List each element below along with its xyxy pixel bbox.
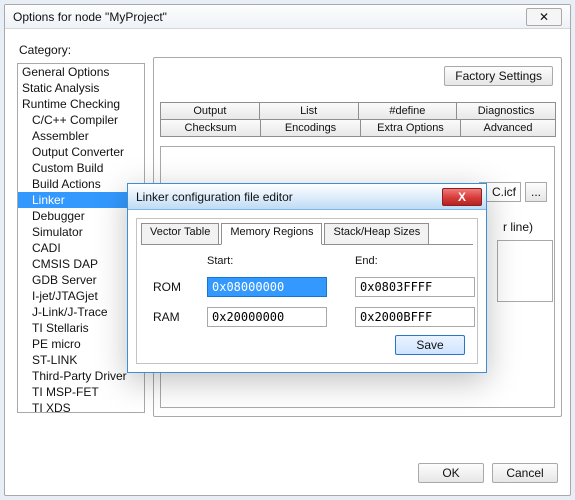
- category-item[interactable]: TI Stellaris: [18, 320, 144, 336]
- category-item[interactable]: Output Converter: [18, 144, 144, 160]
- category-item[interactable]: I-jet/JTAGjet: [18, 288, 144, 304]
- category-item[interactable]: ST-LINK: [18, 352, 144, 368]
- rom-start-input[interactable]: [207, 277, 327, 297]
- category-item[interactable]: PE micro: [18, 336, 144, 352]
- modal-tab[interactable]: Vector Table: [141, 223, 219, 245]
- cancel-button[interactable]: Cancel: [492, 463, 558, 483]
- category-item[interactable]: TI XDS: [18, 400, 144, 413]
- category-item[interactable]: Debugger: [18, 208, 144, 224]
- category-item[interactable]: GDB Server: [18, 272, 144, 288]
- options-dialog: Options for node "MyProject" ✕ Category:…: [4, 4, 571, 496]
- modal-tab[interactable]: Stack/Heap Sizes: [324, 223, 429, 245]
- rom-label: ROM: [153, 280, 201, 294]
- category-item[interactable]: Static Analysis: [18, 80, 144, 96]
- modal-tab[interactable]: Memory Regions: [221, 223, 322, 245]
- modal-title: Linker configuration file editor: [136, 190, 293, 204]
- memory-regions-grid: Start: End: ROM RAM: [153, 255, 461, 327]
- options-tab[interactable]: Encodings: [260, 119, 361, 137]
- save-wrap: Save: [395, 335, 465, 355]
- category-item[interactable]: Third-Party Driver: [18, 368, 144, 384]
- options-tab[interactable]: Output: [160, 102, 260, 119]
- ram-start-input[interactable]: [207, 307, 327, 327]
- category-label: Category:: [19, 43, 71, 57]
- ok-button[interactable]: OK: [418, 463, 484, 483]
- options-tab[interactable]: Diagnostics: [456, 102, 556, 119]
- category-item[interactable]: CADI: [18, 240, 144, 256]
- per-line-label: r line): [503, 220, 533, 234]
- modal-tabstrip: Vector TableMemory RegionsStack/Heap Siz…: [141, 223, 473, 245]
- rom-end-input[interactable]: [355, 277, 475, 297]
- dialog-buttons: OK Cancel: [418, 463, 558, 483]
- options-tab[interactable]: #define: [358, 102, 458, 119]
- close-icon: X: [458, 190, 466, 204]
- category-item[interactable]: Runtime Checking: [18, 96, 144, 112]
- category-item[interactable]: CMSIS DAP: [18, 256, 144, 272]
- icf-path-row: C.icf ...: [479, 182, 547, 202]
- factory-settings-button[interactable]: Factory Settings: [444, 66, 553, 86]
- category-item[interactable]: C/C++ Compiler: [18, 112, 144, 128]
- symbols-textarea[interactable]: [497, 240, 553, 302]
- window-close-button[interactable]: ✕: [526, 8, 562, 26]
- category-list[interactable]: General OptionsStatic AnalysisRuntime Ch…: [17, 63, 145, 413]
- obscured-content: [169, 153, 329, 167]
- window-title: Options for node "MyProject": [13, 5, 167, 29]
- ellipsis-icon: ...: [531, 185, 541, 199]
- category-item[interactable]: Linker: [18, 192, 144, 208]
- save-button[interactable]: Save: [395, 335, 465, 355]
- modal-body: Vector TableMemory RegionsStack/Heap Siz…: [136, 218, 478, 364]
- options-tabstrip: OutputList#defineDiagnostics ChecksumEnc…: [160, 102, 555, 137]
- linker-config-editor-dialog: Linker configuration file editor X Vecto…: [127, 183, 487, 373]
- title-bar: Options for node "MyProject" ✕: [5, 5, 570, 29]
- category-item[interactable]: Assembler: [18, 128, 144, 144]
- ram-label: RAM: [153, 310, 201, 324]
- factory-settings-wrap: Factory Settings: [444, 66, 553, 86]
- category-item[interactable]: Build Actions: [18, 176, 144, 192]
- browse-button[interactable]: ...: [525, 182, 547, 202]
- options-tab[interactable]: List: [259, 102, 359, 119]
- ram-end-input[interactable]: [355, 307, 475, 327]
- options-tab[interactable]: Advanced: [460, 119, 556, 137]
- end-header: End:: [355, 255, 475, 267]
- options-tab[interactable]: Checksum: [160, 119, 261, 137]
- category-item[interactable]: Simulator: [18, 224, 144, 240]
- category-item[interactable]: General Options: [18, 64, 144, 80]
- category-item[interactable]: J-Link/J-Trace: [18, 304, 144, 320]
- category-item[interactable]: TI MSP-FET: [18, 384, 144, 400]
- modal-close-button[interactable]: X: [442, 188, 482, 206]
- options-tab[interactable]: Extra Options: [360, 119, 461, 137]
- category-item[interactable]: Custom Build: [18, 160, 144, 176]
- modal-title-bar: Linker configuration file editor X: [128, 184, 486, 210]
- close-icon: ✕: [539, 5, 549, 29]
- start-header: Start:: [207, 255, 327, 267]
